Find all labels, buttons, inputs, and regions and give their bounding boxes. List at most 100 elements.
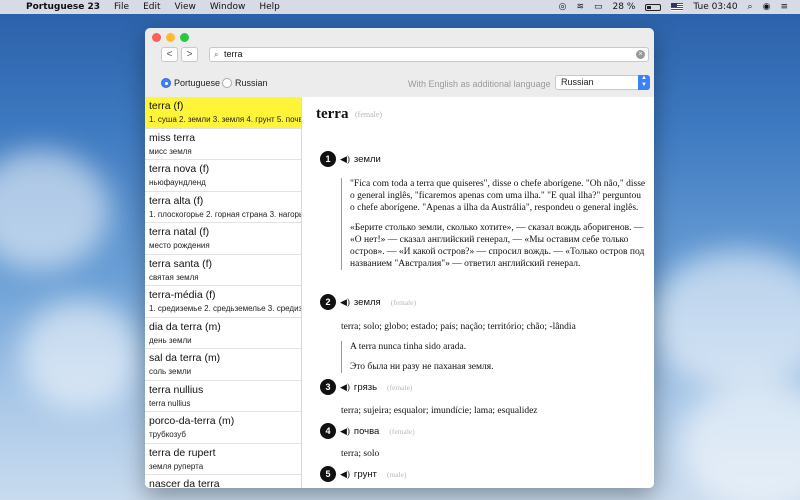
list-item[interactable]: terra santa (f) святая земля <box>145 255 301 286</box>
sense-3: 3 ◀) грязь (female) <box>320 379 412 395</box>
list-item-headword: dia da terra (m) <box>149 320 221 333</box>
list-item[interactable]: miss terra мисс земля <box>145 129 301 160</box>
sense-number: 1 <box>320 151 336 167</box>
search-icon[interactable]: ⌕ <box>748 2 753 12</box>
example-portuguese: "Fica com toda a terra que quiseres", di… <box>350 179 646 213</box>
list-item-headword: porco-da-terra (m) <box>149 415 235 427</box>
forward-button[interactable]: > <box>181 47 198 62</box>
list-item[interactable]: terra-média (f) 1. средиземье 2. средьзе… <box>145 286 301 318</box>
sense-number: 5 <box>320 466 336 482</box>
language-select[interactable]: Russian ▲ ▼ <box>555 75 650 90</box>
list-item[interactable]: terra nullius terra nullius <box>145 381 301 412</box>
list-item-translation: мисс земля <box>149 146 192 156</box>
list-item-headword: terra natal (f) <box>149 226 210 238</box>
clear-search-icon[interactable]: × <box>636 50 645 59</box>
results-list[interactable]: terra (f) 1. суша 2. земли 3. земля 4. г… <box>145 97 302 488</box>
search-icon: ⌕ <box>214 50 219 59</box>
speaker-icon[interactable]: ◀) <box>340 426 350 437</box>
battery-percent[interactable]: 28 % <box>613 2 636 12</box>
sense-number: 3 <box>320 379 336 395</box>
list-item[interactable]: terra natal (f) место рождения <box>145 223 301 255</box>
list-item[interactable]: sal da terra (m) соль земли <box>145 349 301 381</box>
clock[interactable]: Tue 03:40 <box>693 2 737 12</box>
battery-icon[interactable] <box>645 3 662 11</box>
list-item[interactable]: nascer da terra <box>145 475 301 488</box>
example-block: A terra nunca tinha sido arada. Это была… <box>341 341 646 373</box>
sense-gender: (female) <box>389 426 415 436</box>
speaker-icon[interactable]: ◀) <box>340 382 350 393</box>
menu-help[interactable]: Help <box>259 2 280 12</box>
airplay-icon[interactable]: ▭ <box>594 2 603 12</box>
example-russian: Это была ни разу не паханая земля. <box>350 362 494 372</box>
wallpaper-cloud <box>0 150 110 270</box>
list-item-translation: место рождения <box>149 241 210 250</box>
title-bar: < > ⌕ terra × <box>145 28 654 70</box>
list-item-translation: ньюфаундленд <box>149 178 206 187</box>
user-icon[interactable]: ◉ <box>763 2 771 12</box>
list-item-headword: terra alta (f) <box>149 194 204 207</box>
list-item-translation: terra nullius <box>149 398 191 408</box>
sense-word: почва <box>353 425 380 437</box>
list-item-headword: terra-média (f) <box>149 289 216 301</box>
example-block: "Fica com toda a terra que quiseres", di… <box>341 178 646 270</box>
list-item-headword: sal da terra (m) <box>149 352 221 364</box>
sense-translations: terra; solo <box>341 449 380 459</box>
entry-gender: (female) <box>355 110 383 119</box>
radio-portuguese-label: Portuguese <box>174 78 221 88</box>
minimize-button[interactable] <box>166 33 175 42</box>
input-source-flag-icon[interactable] <box>671 3 684 11</box>
wallpaper-cloud <box>680 380 800 500</box>
menu-bar: Portuguese 23 File Edit View Window Help… <box>0 0 800 14</box>
list-item-headword: nascer da terra <box>149 478 220 488</box>
search-input[interactable]: ⌕ terra × <box>209 47 649 62</box>
wallpaper-cloud <box>20 300 140 410</box>
menu-view[interactable]: View <box>175 2 196 12</box>
menu-file[interactable]: File <box>114 2 129 12</box>
back-button[interactable]: < <box>161 47 178 62</box>
select-arrows-icon: ▲ ▼ <box>638 75 650 90</box>
sense-word: земли <box>353 153 381 165</box>
list-item[interactable]: porco-da-terra (m) трубкозуб <box>145 412 301 444</box>
language-select-value: Russian <box>561 77 594 87</box>
entry-headword: terra <box>316 106 349 122</box>
speaker-icon[interactable]: ◀) <box>340 297 350 308</box>
radio-unselected-icon <box>222 78 232 88</box>
sense-5: 5 ◀) грунт (male) <box>320 466 407 482</box>
speaker-icon[interactable]: ◀) <box>340 154 350 165</box>
list-item[interactable]: terra de rupert земля руперта <box>145 444 301 475</box>
zoom-button[interactable] <box>180 33 189 42</box>
creative-cloud-icon[interactable]: ◎ <box>559 2 567 12</box>
list-item-headword: terra de rupert <box>149 446 216 459</box>
menu-edit[interactable]: Edit <box>143 2 160 12</box>
list-item-translation: соль земли <box>149 367 192 376</box>
list-item-headword: terra (f) <box>149 100 184 112</box>
sense-translations: terra; solo; globo; estado; país; nação;… <box>341 322 576 332</box>
list-item[interactable]: terra (f) 1. суша 2. земли 3. земля 4. г… <box>145 97 301 129</box>
sense-word: грунт <box>353 468 377 480</box>
list-item-headword: miss terra <box>149 131 196 144</box>
sense-1: 1 ◀) земли <box>320 151 381 167</box>
list-item-headword: terra nova (f) <box>149 163 210 175</box>
notification-center-icon[interactable]: ≡ <box>780 2 788 12</box>
list-item[interactable]: terra alta (f) 1. плоскогорье 2. горная … <box>145 192 301 223</box>
sense-number: 2 <box>320 294 336 310</box>
list-item-translation: святая земля <box>149 272 199 282</box>
sense-gender: (female) <box>390 297 417 307</box>
sense-number: 4 <box>320 423 336 439</box>
radio-portuguese[interactable]: Portuguese <box>161 78 220 88</box>
radio-russian[interactable]: Russian <box>222 78 268 88</box>
list-item-translation: 1. суша 2. земли 3. земля 4. грунт 5. по… <box>149 115 301 124</box>
app-menu[interactable]: Portuguese 23 <box>26 2 100 12</box>
search-value: terra <box>224 49 243 59</box>
list-item[interactable]: terra nova (f) ньюфаундленд <box>145 160 301 192</box>
menu-window[interactable]: Window <box>210 2 246 12</box>
entry-view[interactable]: terra (female) 1 ◀) земли "Fica com toda… <box>302 97 654 488</box>
sense-word: земля <box>353 296 381 308</box>
sense-4: 4 ◀) почва (female) <box>320 423 415 439</box>
sense-2: 2 ◀) земля (female) <box>320 294 416 310</box>
wifi-icon[interactable]: ≋ <box>576 2 584 12</box>
list-item-translation: трубкозуб <box>149 430 186 439</box>
speaker-icon[interactable]: ◀) <box>340 469 350 480</box>
close-button[interactable] <box>152 33 161 42</box>
list-item[interactable]: dia da terra (m) день земли <box>145 318 301 349</box>
